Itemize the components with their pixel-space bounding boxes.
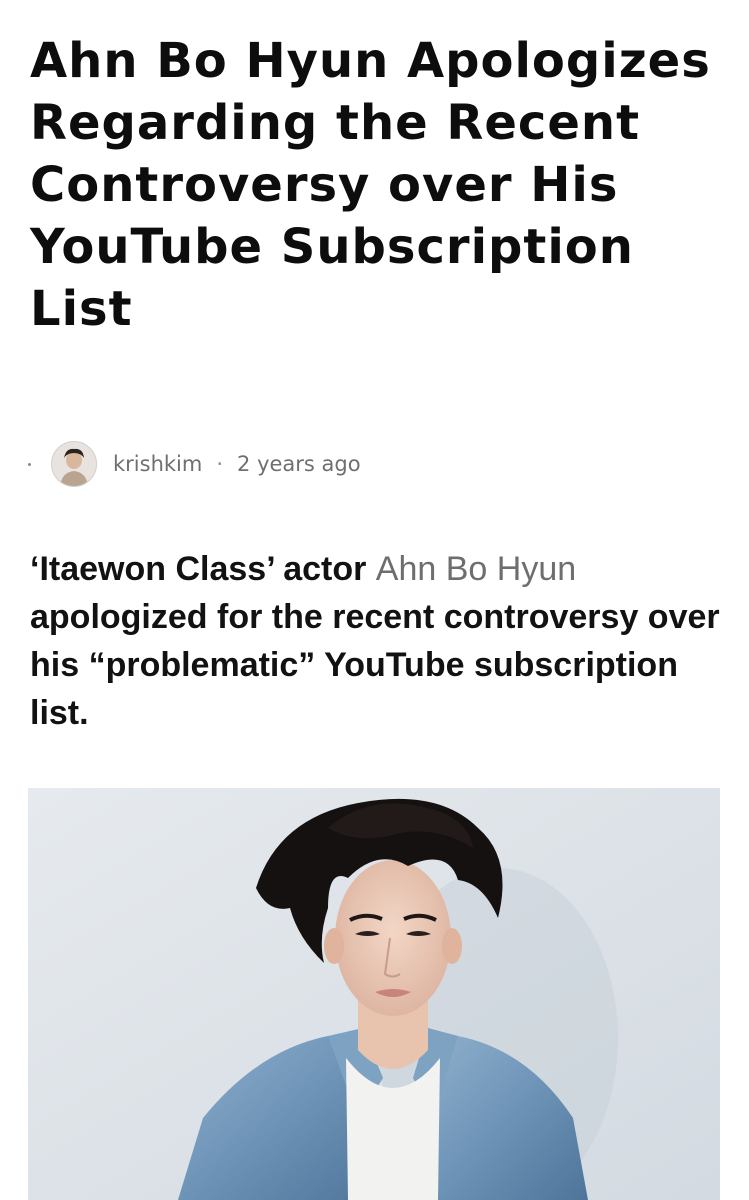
author-avatar[interactable] <box>51 441 97 487</box>
meta-dot-icon <box>28 462 31 466</box>
avatar-icon <box>52 442 96 486</box>
meta-separator: · <box>216 452 224 476</box>
lede-prefix: ‘Itaewon Class’ actor <box>30 550 376 588</box>
actor-photo <box>28 788 720 1200</box>
actor-name-link[interactable]: Ahn Bo Hyun <box>376 550 576 588</box>
lede-suffix: apologized for the recent controversy ov… <box>30 598 720 732</box>
article: Ahn Bo Hyun Apologizes Regarding the Rec… <box>0 0 749 1200</box>
author-name[interactable]: krishkim <box>113 452 202 476</box>
article-title: Ahn Bo Hyun Apologizes Regarding the Rec… <box>30 33 711 337</box>
publish-time: 2 years ago <box>237 452 361 476</box>
article-meta: krishkim · 2 years ago <box>28 440 361 488</box>
hero-image <box>28 788 720 1200</box>
article-lede: ‘Itaewon Class’ actor Ahn Bo Hyun apolog… <box>30 545 720 737</box>
